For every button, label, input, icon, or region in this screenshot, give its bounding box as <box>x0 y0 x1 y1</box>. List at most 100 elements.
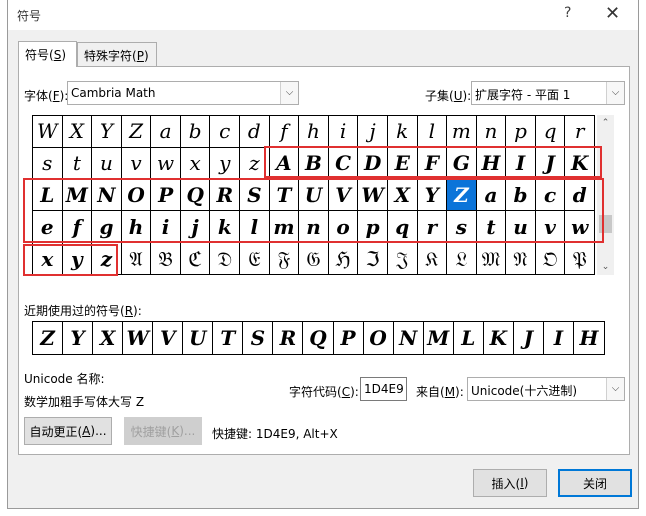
recent-symbol-cell[interactable]: W <box>123 322 154 354</box>
recent-symbol-cell[interactable]: L <box>454 322 484 354</box>
symbol-cell[interactable]: O <box>121 179 152 212</box>
symbol-cell[interactable]: ℑ <box>358 243 388 275</box>
symbol-cell[interactable]: z <box>92 243 122 275</box>
symbol-cell[interactable]: E <box>387 147 418 180</box>
chevron-down-icon[interactable]: ⌵ <box>280 82 298 104</box>
symbol-cell[interactable]: i <box>328 116 359 148</box>
symbol-cell[interactable]: m <box>447 116 477 148</box>
autocorrect-button[interactable]: 自动更正(A)... <box>24 417 112 445</box>
symbol-cell[interactable]: T <box>269 179 300 212</box>
symbol-cell[interactable]: c <box>210 116 241 148</box>
symbol-cell[interactable]: 𝔑 <box>506 243 536 275</box>
symbol-cell[interactable]: a <box>151 116 181 148</box>
symbol-cell[interactable]: I <box>506 147 536 180</box>
symbol-cell[interactable]: g <box>92 211 122 244</box>
symbol-cell[interactable]: w <box>565 211 595 244</box>
symbol-cell[interactable]: d <box>565 179 595 212</box>
symbol-cell[interactable]: ℌ <box>328 243 359 275</box>
symbol-cell[interactable]: 𝔐 <box>476 243 507 275</box>
symbol-cell[interactable]: S <box>240 179 270 212</box>
recent-symbol-cell[interactable]: V <box>153 322 184 354</box>
subset-select[interactable]: 扩展字符 - 平面 1 ⌵ <box>471 81 625 105</box>
recent-symbol-cell[interactable]: P <box>334 322 364 354</box>
recent-symbol-cell[interactable]: N <box>394 322 424 354</box>
symbol-cell[interactable]: d <box>240 116 270 148</box>
symbol-cell[interactable]: 𝔒 <box>535 243 566 275</box>
recent-symbol-cell[interactable]: Z <box>33 322 64 354</box>
font-select[interactable]: Cambria Math ⌵ <box>67 81 299 105</box>
symbol-cell[interactable]: U <box>299 179 329 212</box>
symbol-cell[interactable]: B <box>299 147 329 180</box>
symbol-cell[interactable]: h <box>121 211 152 244</box>
symbol-cell[interactable]: p <box>358 211 388 244</box>
symbol-cell[interactable]: W <box>358 179 388 212</box>
symbol-cell[interactable]: l <box>240 211 270 244</box>
symbol-cell[interactable]: 𝔎 <box>417 243 448 275</box>
recent-symbol-cell[interactable]: U <box>183 322 214 354</box>
char-code-input[interactable]: 1D4E9 <box>360 377 407 401</box>
symbol-cell[interactable]: k <box>210 211 241 244</box>
symbol-cell[interactable]: Z <box>447 179 477 212</box>
symbol-cell[interactable]: J <box>535 147 566 180</box>
chevron-down-icon[interactable]: ⌵ <box>606 378 624 400</box>
recent-symbol-cell[interactable]: Q <box>303 322 334 354</box>
symbol-cell[interactable]: f <box>62 211 93 244</box>
symbol-cell[interactable]: 𝔏 <box>447 243 477 275</box>
recent-symbol-cell[interactable]: H <box>574 322 604 354</box>
symbol-cell[interactable]: u <box>506 211 536 244</box>
symbol-cell[interactable]: x <box>33 243 63 275</box>
symbol-cell[interactable]: H <box>476 147 507 180</box>
symbol-cell[interactable]: V <box>328 179 359 212</box>
symbol-cell[interactable]: A <box>269 147 300 180</box>
symbol-cell[interactable]: M <box>62 179 93 212</box>
symbol-cell[interactable]: o <box>328 211 359 244</box>
symbol-cell[interactable]: i <box>151 211 181 244</box>
recent-symbol-cell[interactable]: I <box>544 322 574 354</box>
symbol-cell[interactable]: 𝔄 <box>121 243 152 275</box>
symbol-cell[interactable]: t <box>62 147 93 180</box>
symbol-cell[interactable]: u <box>92 147 122 180</box>
symbol-cell[interactable]: 𝔊 <box>299 243 329 275</box>
symbol-cell[interactable]: 𝔉 <box>269 243 300 275</box>
symbol-cell[interactable]: q <box>535 116 566 148</box>
recent-symbol-cell[interactable]: S <box>243 322 274 354</box>
symbol-cell[interactable]: w <box>151 147 181 180</box>
recent-symbol-cell[interactable]: T <box>213 322 244 354</box>
symbol-cell[interactable]: R <box>210 179 241 212</box>
symbol-cell[interactable]: G <box>447 147 477 180</box>
symbol-cell[interactable]: n <box>476 116 507 148</box>
from-select[interactable]: Unicode(十六进制) ⌵ <box>467 377 625 401</box>
symbol-cell[interactable]: v <box>535 211 566 244</box>
recent-symbol-cell[interactable]: Y <box>63 322 94 354</box>
symbol-cell[interactable]: n <box>299 211 329 244</box>
symbol-cell[interactable]: j <box>358 116 388 148</box>
help-button[interactable]: ? <box>564 5 571 21</box>
symbol-cell[interactable]: s <box>33 147 63 180</box>
close-button[interactable]: 关闭 <box>558 469 632 497</box>
symbol-cell[interactable]: 𝔇 <box>210 243 241 275</box>
symbol-cell[interactable]: v <box>121 147 152 180</box>
recent-symbol-cell[interactable]: J <box>514 322 544 354</box>
symbol-cell[interactable]: c <box>535 179 566 212</box>
symbol-cell[interactable]: L <box>33 179 63 212</box>
recent-symbol-cell[interactable]: M <box>424 322 454 354</box>
symbol-cell[interactable]: D <box>358 147 388 180</box>
symbol-cell[interactable]: ℭ <box>180 243 211 275</box>
symbol-cell[interactable]: Q <box>180 179 211 212</box>
chevron-down-icon[interactable]: ⌵ <box>606 82 624 104</box>
symbol-cell[interactable]: 𝔍 <box>387 243 418 275</box>
symbol-cell[interactable]: P <box>151 179 181 212</box>
symbol-cell[interactable]: X <box>62 116 93 148</box>
symbol-cell[interactable]: h <box>299 116 329 148</box>
symbol-cell[interactable]: y <box>210 147 241 180</box>
symbol-cell[interactable]: 𝔅 <box>151 243 181 275</box>
symbol-cell[interactable]: m <box>269 211 300 244</box>
symbol-cell[interactable]: Y <box>92 116 122 148</box>
symbol-cell[interactable]: N <box>92 179 122 212</box>
symbol-cell[interactable]: x <box>180 147 211 180</box>
recent-symbol-cell[interactable]: X <box>93 322 124 354</box>
symbol-cell[interactable]: p <box>506 116 536 148</box>
symbol-cell[interactable]: r <box>565 116 595 148</box>
symbol-cell[interactable]: C <box>328 147 359 180</box>
symbol-cell[interactable]: t <box>476 211 507 244</box>
